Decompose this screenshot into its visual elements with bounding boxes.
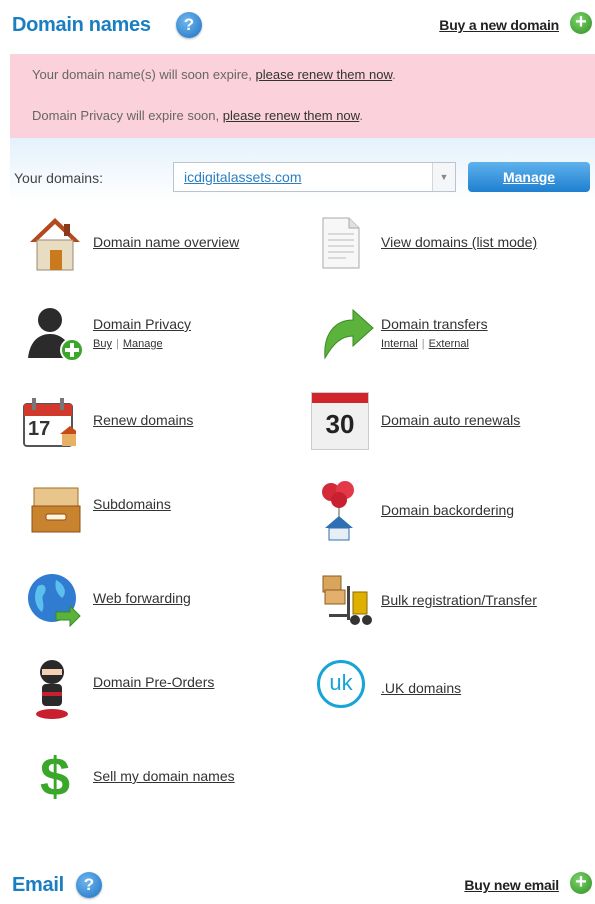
bulk-registration-link[interactable]: Bulk registration/Transfer xyxy=(381,592,537,608)
uk-logo-icon: uk xyxy=(317,660,365,708)
domain-names-header: Domain names ? Buy a new domain + xyxy=(0,0,595,52)
your-domains-label: Your domains: xyxy=(14,170,103,186)
email-header: Email ? Buy new email + xyxy=(0,860,595,904)
transfers-external-link[interactable]: External xyxy=(429,338,469,350)
alert-text: Domain Privacy will expire soon, xyxy=(32,108,220,123)
dollar-glyph: $ xyxy=(40,747,71,807)
domain-select[interactable]: icdigitalassets.com ▼ xyxy=(173,162,456,192)
sell-item: $ Sell my domain names xyxy=(0,744,297,814)
renew-domains-link[interactable]: Renew domains xyxy=(93,412,193,428)
separator: | xyxy=(115,338,119,350)
manage-button[interactable]: Manage xyxy=(468,162,590,192)
view-list-item: View domains (list mode) xyxy=(297,208,595,278)
renew-item: 17 Renew domains xyxy=(0,388,297,458)
privacy-sublinks: Buy | Manage xyxy=(93,338,163,350)
chevron-down-icon[interactable]: ▼ xyxy=(432,163,455,191)
backorder-item: Domain backordering xyxy=(297,476,595,546)
globe-arrow-icon xyxy=(28,574,81,628)
overview-item: Domain name overview xyxy=(0,208,297,278)
calendar-day: 30 xyxy=(325,409,355,439)
domain-privacy-link[interactable]: Domain Privacy xyxy=(93,316,191,332)
view-domains-list-link[interactable]: View domains (list mode) xyxy=(381,234,537,250)
domain-transfers-link[interactable]: Domain transfers xyxy=(381,316,488,332)
sell-domains-link[interactable]: Sell my domain names xyxy=(93,768,235,784)
buy-email-link[interactable]: Buy new email xyxy=(464,877,559,893)
domain-backordering-link[interactable]: Domain backordering xyxy=(381,502,514,518)
ninja-icon xyxy=(36,660,68,719)
calendar-header xyxy=(312,393,368,403)
alert-end: . xyxy=(392,67,396,82)
transfers-sublinks: Internal | External xyxy=(381,338,469,350)
uk-logo-text: uk xyxy=(329,670,353,695)
domain-auto-renewals-link[interactable]: Domain auto renewals xyxy=(381,412,520,428)
transfers-item: Domain transfers Internal | External xyxy=(297,298,595,368)
document-icon xyxy=(322,217,360,269)
uk-domains-link[interactable]: .UK domains xyxy=(381,680,461,696)
forklift-icon xyxy=(322,575,372,625)
user-add-icon xyxy=(28,308,84,362)
privacy-manage-link[interactable]: Manage xyxy=(123,338,163,350)
bulk-item: Bulk registration/Transfer xyxy=(297,566,595,636)
expiry-alert: Your domain name(s) will soon expire, pl… xyxy=(10,54,595,138)
privacy-item: Domain Privacy Buy | Manage xyxy=(0,298,297,368)
domain-overview-link[interactable]: Domain name overview xyxy=(93,234,239,250)
calendar-day: 17 xyxy=(28,418,51,440)
web-forwarding-link[interactable]: Web forwarding xyxy=(93,590,191,606)
transfers-internal-link[interactable]: Internal xyxy=(381,338,418,350)
forwarding-item: Web forwarding xyxy=(0,566,297,636)
renew-link[interactable]: please renew them now xyxy=(256,67,393,82)
auto-renew-item: 30 Domain auto renewals xyxy=(297,388,595,458)
privacy-buy-link[interactable]: Buy xyxy=(93,338,112,350)
separator: | xyxy=(421,338,425,350)
domain-selector-bar: Your domains: icdigitalassets.com ▼ Mana… xyxy=(10,138,595,202)
add-icon[interactable]: + xyxy=(570,12,592,34)
help-icon[interactable]: ? xyxy=(176,12,202,38)
selected-domain: icdigitalassets.com xyxy=(184,169,302,185)
buy-domain-link[interactable]: Buy a new domain xyxy=(439,17,559,33)
uk-item: uk .UK domains xyxy=(297,652,595,722)
section-title: Domain names xyxy=(12,14,151,36)
alert-text: Your domain name(s) will soon expire, xyxy=(32,67,252,82)
house-icon xyxy=(30,218,80,271)
domain-preorders-link[interactable]: Domain Pre-Orders xyxy=(93,674,214,690)
drawer-icon xyxy=(31,487,81,533)
help-icon[interactable]: ? xyxy=(76,872,102,898)
calendar-icon: 30 xyxy=(311,392,369,450)
calendar-renew-icon: 17 xyxy=(22,396,76,450)
balloon-house-icon xyxy=(322,481,354,541)
add-icon[interactable]: + xyxy=(570,872,592,894)
renew-privacy-link[interactable]: please renew them now xyxy=(223,108,360,123)
subdomains-item: Subdomains xyxy=(0,476,297,546)
alert-line: Domain Privacy will expire soon, please … xyxy=(32,108,363,123)
alert-end: . xyxy=(359,108,363,123)
preorders-item: Domain Pre-Orders xyxy=(0,652,297,722)
section-title: Email xyxy=(12,874,64,896)
alert-line: Your domain name(s) will soon expire, pl… xyxy=(32,67,396,82)
subdomains-link[interactable]: Subdomains xyxy=(93,496,171,512)
transfer-arrow-icon xyxy=(324,308,374,360)
dollar-icon: $ xyxy=(40,746,76,810)
